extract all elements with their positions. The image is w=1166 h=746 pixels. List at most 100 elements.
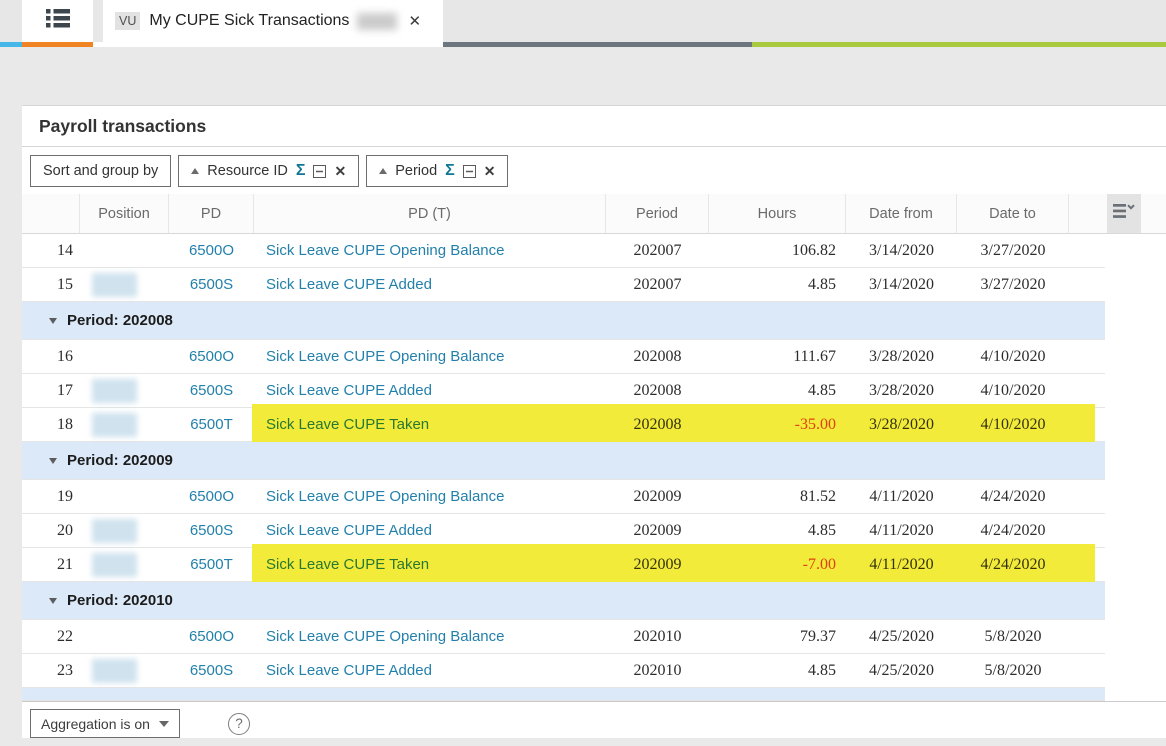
pd-description-link[interactable]: Sick Leave CUPE Opening Balance <box>266 628 504 645</box>
cell-period: 202007 <box>606 268 709 301</box>
pd-code-link[interactable]: 6500O <box>189 348 234 365</box>
table-body: 14 6500O Sick Leave CUPE Opening Balance… <box>22 234 1166 701</box>
pd-description-link[interactable]: Sick Leave CUPE Opening Balance <box>266 488 504 505</box>
cell-row-number: 14 <box>22 234 80 267</box>
cell-position <box>80 408 169 441</box>
cell-period: 202007 <box>606 234 709 267</box>
table-options-button[interactable] <box>1107 194 1141 233</box>
cell-date-to: 4/24/2020 <box>957 548 1069 581</box>
table-row[interactable]: 23 6500S Sick Leave CUPE Added 202010 4.… <box>22 654 1105 688</box>
cell-date-from: 3/28/2020 <box>846 408 957 441</box>
pd-description-link[interactable]: Sick Leave CUPE Added <box>266 382 432 399</box>
pd-code-link[interactable]: 6500S <box>190 662 233 679</box>
collapse-triangle-icon[interactable] <box>49 458 57 464</box>
cell-period: 202009 <box>606 480 709 513</box>
cell-row-number: 21 <box>22 548 80 581</box>
pd-description-link[interactable]: Sick Leave CUPE Opening Balance <box>266 242 504 259</box>
accent-strip-white <box>93 42 443 47</box>
pd-description-link[interactable]: Sick Leave CUPE Added <box>266 276 432 293</box>
cell-position <box>80 340 169 373</box>
tab-badge: VU <box>115 12 140 30</box>
cell-hours: 4.85 <box>709 374 846 407</box>
column-header-pd[interactable]: PD <box>169 194 254 233</box>
cell-position <box>80 374 169 407</box>
sort-ascending-triangle-icon[interactable] <box>379 168 387 174</box>
cell-filler <box>1069 548 1105 581</box>
pd-description-link[interactable]: Sick Leave CUPE Opening Balance <box>266 348 504 365</box>
table-menu-icon <box>1113 203 1136 224</box>
column-header-date-from[interactable]: Date from <box>846 194 957 233</box>
pd-code-link[interactable]: 6500T <box>190 416 233 433</box>
column-header-pdt[interactable]: PD (T) <box>254 194 606 233</box>
cell-filler <box>1069 480 1105 513</box>
column-header-hours[interactable]: Hours <box>709 194 846 233</box>
cell-date-from: 4/25/2020 <box>846 620 957 653</box>
column-header-period[interactable]: Period <box>606 194 709 233</box>
pd-description-link[interactable]: Sick Leave CUPE Taken <box>266 556 429 573</box>
active-tab[interactable]: VU My CUPE Sick Transactions ✕ <box>103 0 443 42</box>
cell-row-number: 17 <box>22 374 80 407</box>
cell-filler <box>1069 340 1105 373</box>
cell-pd-description: Sick Leave CUPE Added <box>254 514 606 547</box>
pd-code-link[interactable]: 6500O <box>189 628 234 645</box>
table-row[interactable]: 18 6500T Sick Leave CUPE Taken 202008 -3… <box>22 408 1105 442</box>
cell-date-to: 4/10/2020 <box>957 340 1069 373</box>
pd-description-link[interactable]: Sick Leave CUPE Added <box>266 662 432 679</box>
close-icon[interactable]: ✕ <box>334 163 346 180</box>
pd-description-link[interactable]: Sick Leave CUPE Added <box>266 522 432 539</box>
pd-code-link[interactable]: 6500S <box>190 276 233 293</box>
cell-filler <box>1069 234 1105 267</box>
table-row[interactable]: 21 6500T Sick Leave CUPE Taken 202009 -7… <box>22 548 1105 582</box>
cell-period: 202008 <box>606 408 709 441</box>
column-header-date-to[interactable]: Date to <box>957 194 1069 233</box>
sort-ascending-triangle-icon[interactable] <box>191 168 199 174</box>
group-header-row[interactable]: Period: 202008 <box>22 302 1105 340</box>
pd-code-link[interactable]: 6500O <box>189 242 234 259</box>
aggregation-dropdown-button[interactable]: Aggregation is on <box>30 709 180 738</box>
collapse-box-icon[interactable] <box>463 165 476 178</box>
sigma-icon[interactable]: Σ <box>445 162 455 180</box>
tab-close-icon[interactable]: ✕ <box>408 12 421 30</box>
pd-description-link[interactable]: Sick Leave CUPE Taken <box>266 416 429 433</box>
pd-code-link[interactable]: 6500S <box>190 382 233 399</box>
cell-row-number: 18 <box>22 408 80 441</box>
close-icon[interactable]: ✕ <box>484 163 496 180</box>
redacted-position <box>92 379 137 403</box>
cell-position <box>80 234 169 267</box>
app-menu-button[interactable] <box>22 0 93 42</box>
group-header-row[interactable]: Period: 202009 <box>22 442 1105 480</box>
group-header-row[interactable] <box>22 688 1105 701</box>
pd-code-link[interactable]: 6500T <box>190 556 233 573</box>
cell-period: 202010 <box>606 654 709 687</box>
pd-code-link[interactable]: 6500S <box>190 522 233 539</box>
group-chip-period[interactable]: Period Σ ✕ <box>366 155 508 187</box>
group-header-row[interactable]: Period: 202010 <box>22 582 1105 620</box>
collapse-triangle-icon[interactable] <box>49 318 57 324</box>
tab-title: My CUPE Sick Transactions <box>149 12 349 30</box>
page-title: Payroll transactions <box>22 106 1166 147</box>
column-header-position[interactable]: Position <box>80 194 169 233</box>
collapse-triangle-icon[interactable] <box>49 598 57 604</box>
table-row[interactable]: 20 6500S Sick Leave CUPE Added 202009 4.… <box>22 514 1105 548</box>
group-chip-resource-id[interactable]: Resource ID Σ ✕ <box>178 155 359 187</box>
help-button[interactable]: ? <box>228 713 250 735</box>
cell-pd: 6500O <box>169 340 254 373</box>
table-row[interactable]: 16 6500O Sick Leave CUPE Opening Balance… <box>22 340 1105 374</box>
cell-hours: 4.85 <box>709 654 846 687</box>
table-footer: Aggregation is on ? <box>22 702 1166 738</box>
table-row[interactable]: 22 6500O Sick Leave CUPE Opening Balance… <box>22 620 1105 654</box>
table-row[interactable]: 19 6500O Sick Leave CUPE Opening Balance… <box>22 480 1105 514</box>
table-row[interactable]: 14 6500O Sick Leave CUPE Opening Balance… <box>22 234 1105 268</box>
collapse-box-icon[interactable] <box>313 165 326 178</box>
table-row[interactable]: 15 6500S Sick Leave CUPE Added 202007 4.… <box>22 268 1105 302</box>
cell-period: 202008 <box>606 374 709 407</box>
group-label: Period: 202008 <box>67 312 173 329</box>
cell-pd-description: Sick Leave CUPE Taken <box>254 408 606 441</box>
sigma-icon[interactable]: Σ <box>296 162 306 180</box>
sort-and-group-by-button[interactable]: Sort and group by <box>30 155 171 187</box>
group-label: Period: 202010 <box>67 592 173 609</box>
pd-code-link[interactable]: 6500O <box>189 488 234 505</box>
column-header-filler <box>1069 194 1105 233</box>
table-row[interactable]: 17 6500S Sick Leave CUPE Added 202008 4.… <box>22 374 1105 408</box>
cell-position <box>80 620 169 653</box>
